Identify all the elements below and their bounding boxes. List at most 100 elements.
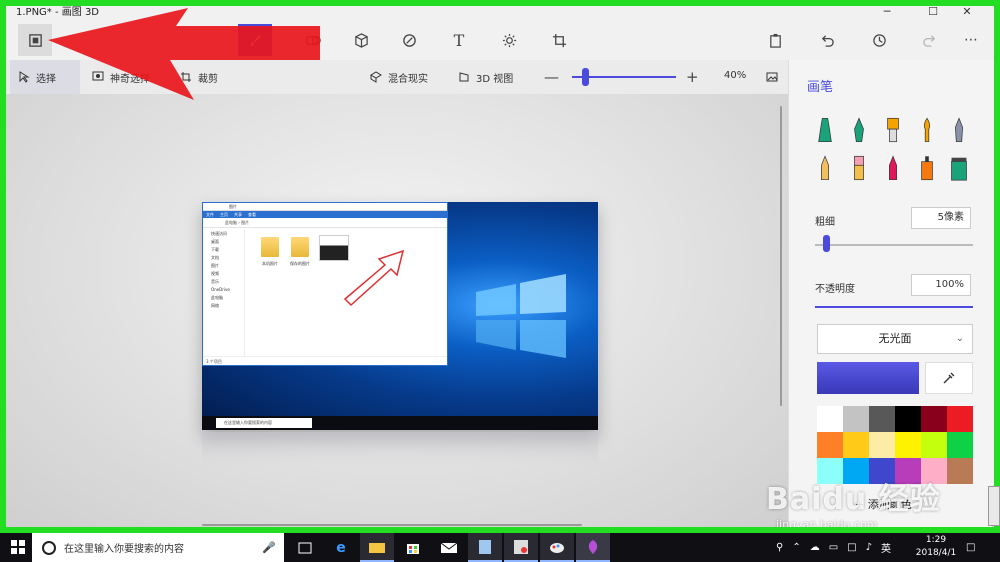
eraser-icon	[854, 155, 864, 181]
volume-icon[interactable]: ♪	[866, 542, 872, 553]
pixel-pen-brush[interactable]	[947, 112, 971, 144]
color-swatch[interactable]	[869, 406, 895, 432]
horizontal-scrollbar[interactable]	[202, 524, 582, 526]
explorer-nav-item: 下载	[211, 247, 219, 252]
canvas-button[interactable]	[542, 24, 576, 56]
notification-icon[interactable]: □	[966, 533, 975, 562]
thickness-slider-thumb[interactable]	[822, 235, 830, 252]
effects-button[interactable]	[492, 24, 526, 56]
zoom-out-button[interactable]: —	[544, 68, 559, 86]
stickers-button[interactable]	[392, 24, 426, 56]
color-swatch[interactable]	[947, 432, 973, 458]
3d-view-button[interactable]: 3D 视图	[450, 60, 521, 94]
thickness-value[interactable]: 5像素	[911, 207, 971, 229]
calligraphy-pen-brush[interactable]	[847, 112, 871, 144]
more-button[interactable]: ⋯	[954, 24, 988, 56]
sticker-icon	[402, 33, 416, 47]
cloud-icon[interactable]: ☁	[810, 542, 820, 553]
color-swatch[interactable]	[947, 406, 973, 432]
color-swatch[interactable]	[947, 458, 973, 484]
marker-icon	[818, 117, 832, 143]
store-icon[interactable]	[396, 533, 430, 562]
battery-icon[interactable]: ▭	[829, 542, 838, 553]
oil-brush[interactable]	[881, 112, 905, 144]
color-swatch[interactable]	[921, 406, 947, 432]
folder-icon	[291, 237, 309, 257]
color-swatch[interactable]	[843, 432, 869, 458]
color-swatch[interactable]	[869, 432, 895, 458]
menu-button[interactable]	[18, 24, 52, 56]
material-dropdown[interactable]: 无光面 ⌄	[817, 324, 973, 354]
mixed-reality-label: 混合现实	[388, 73, 428, 85]
paste-button[interactable]	[758, 24, 792, 56]
microphone-icon[interactable]: 🎤	[262, 541, 276, 554]
3d-shapes-button[interactable]	[344, 24, 378, 56]
pencil-brush[interactable]	[813, 150, 837, 182]
windows-start-icon[interactable]	[10, 539, 26, 555]
close-button[interactable]: ✕	[950, 6, 984, 20]
eyedropper-icon	[943, 372, 955, 384]
maximize-button[interactable]: ☐	[916, 6, 950, 20]
crayon-brush[interactable]	[881, 150, 905, 182]
explorer-title: 图片	[203, 203, 447, 211]
taskbar-clock[interactable]: 1:29 2018/4/1	[914, 534, 958, 560]
eyedropper-button[interactable]	[925, 362, 973, 394]
color-swatch[interactable]	[817, 432, 843, 458]
thickness-slider[interactable]	[815, 244, 973, 246]
opacity-value[interactable]: 100%	[911, 274, 971, 296]
notepad-icon[interactable]	[468, 533, 502, 562]
file-explorer-icon[interactable]	[360, 533, 394, 562]
paint3d-icon[interactable]	[576, 533, 610, 562]
fit-view-button[interactable]	[758, 60, 786, 94]
crop-icon	[552, 33, 566, 47]
current-color[interactable]	[817, 362, 919, 394]
side-tab[interactable]	[988, 486, 1000, 526]
paint3d-window: 1.PNG* - 画图 3D ─ ☐ ✕ T ⋯ 选择 神奇选择 裁剪 混合现实…	[6, 6, 994, 527]
people-icon[interactable]: ⚲	[776, 542, 783, 553]
network-icon[interactable]: □	[847, 542, 856, 553]
mail-icon[interactable]	[432, 533, 466, 562]
spray-can-brush[interactable]	[915, 150, 939, 182]
vertical-scrollbar[interactable]	[780, 106, 782, 406]
zoom-in-button[interactable]: +	[686, 68, 699, 86]
fill-brush[interactable]	[947, 150, 971, 182]
history-button[interactable]	[862, 24, 896, 56]
annotation-arrow-icon	[48, 8, 320, 100]
color-swatch[interactable]	[843, 406, 869, 432]
redo-button[interactable]	[912, 24, 946, 56]
snipping-icon[interactable]	[504, 533, 538, 562]
explorer-nav-item: 网络	[211, 303, 219, 308]
tray-expand-icon[interactable]: ⌃	[792, 542, 800, 553]
watercolor-brush[interactable]	[915, 112, 939, 144]
mixed-reality-button[interactable]: 混合现实	[362, 60, 436, 94]
explorer-nav-item: 快速访问	[211, 231, 227, 236]
opacity-slider[interactable]	[815, 306, 973, 308]
color-swatch[interactable]	[895, 406, 921, 432]
task-view-icon[interactable]	[288, 533, 322, 562]
baidu-watermark: Baidu 经验 jingyan.baidu.com	[766, 474, 941, 531]
sun-icon	[502, 33, 516, 47]
image-reflection	[202, 432, 598, 466]
text-tool-button[interactable]: T	[442, 24, 476, 56]
windows-taskbar: 在这里输入你要搜索的内容 🎤 e ⚲ ⌃ ☁ ▭ □ ♪ 英 1:29 2018…	[0, 533, 1000, 562]
explorer-ribbon-tab: 主页	[220, 212, 228, 217]
ime-indicator[interactable]: 英	[881, 540, 891, 555]
zoom-slider-thumb[interactable]	[582, 68, 589, 86]
undo-button[interactable]	[810, 24, 844, 56]
minimize-button[interactable]: ─	[870, 6, 904, 20]
3d-view-label: 3D 视图	[476, 73, 514, 85]
color-swatch[interactable]	[921, 432, 947, 458]
paint-icon[interactable]	[540, 533, 574, 562]
taskbar-search[interactable]: 在这里输入你要搜索的内容 🎤	[32, 533, 284, 562]
eraser-brush[interactable]	[847, 150, 871, 182]
edge-icon[interactable]: e	[324, 533, 358, 562]
color-swatch[interactable]	[895, 432, 921, 458]
pixel-pen-icon	[955, 117, 963, 143]
fill-bucket-icon	[951, 157, 967, 181]
cursor-icon	[19, 71, 30, 83]
canvas-image[interactable]: 图片 文件 主页 共享 查看 此电脑 › 图片 快速访问 桌面 下载 文档 图片…	[202, 202, 598, 430]
taskbar-search-placeholder: 在这里输入你要搜索的内容	[64, 544, 184, 555]
color-swatch[interactable]	[817, 406, 843, 432]
marker-brush[interactable]	[813, 112, 837, 144]
watermark-url: jingyan.baidu.com	[776, 518, 878, 531]
